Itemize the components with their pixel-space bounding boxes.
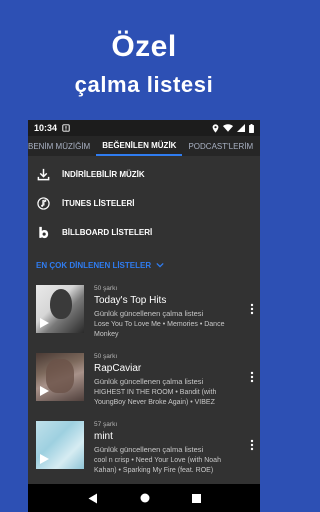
playlist-name: Today's Top Hits (94, 295, 167, 306)
alert-icon (62, 124, 70, 132)
tab-my-music[interactable]: BENİM MÜZİĞİM (28, 136, 96, 156)
playlist-name: mint (94, 431, 113, 442)
playlist-cover (36, 353, 84, 401)
most-listened-charts-header[interactable]: EN ÇOK DİNLENEN LİSTELER (28, 257, 260, 273)
library-menu: İNDİRİLEBİLİR MÜZİK İTUNES LİSTELERİ BİL… (28, 156, 260, 247)
promo-title-line1: Özel (111, 30, 177, 63)
tab-label: PODCAST'LERİM (188, 141, 254, 151)
menu-item-downloadable-music[interactable]: İNDİRİLEBİLİR MÜZİK (28, 160, 260, 189)
play-icon[interactable] (38, 317, 50, 329)
play-icon[interactable] (38, 385, 50, 397)
back-icon[interactable] (88, 493, 98, 504)
tab-my-podcasts[interactable]: PODCAST'LERİM (182, 136, 259, 156)
play-icon[interactable] (38, 453, 50, 465)
billboard-b-icon (36, 226, 50, 240)
playlist-tracks: cool n crisp • Need Your Love (with Noah… (94, 457, 221, 474)
playlist-list: 50 şarkı Today's Top Hits Günlük güncell… (28, 281, 260, 485)
menu-item-label: BİLLBOARD LİSTELERİ (62, 228, 153, 237)
playlist-song-count: 50 şarkı (94, 353, 118, 360)
tab-label: BENİM MÜZİĞİM (28, 141, 91, 151)
playlist-item[interactable]: 50 şarkı Today's Top Hits Günlük güncell… (28, 281, 260, 349)
recents-icon[interactable] (191, 493, 201, 503)
download-icon (36, 168, 50, 182)
section-label: EN ÇOK DİNLENEN LİSTELER (36, 260, 152, 270)
battery-icon (249, 123, 254, 133)
menu-item-label: İTUNES LİSTELERİ (62, 199, 135, 208)
phone-screen: 10:34 BENİM MÜZİĞİM BEĞENİLEN MÜZİK PODC… (28, 120, 260, 512)
menu-item-label: İNDİRİLEBİLİR MÜZİK (62, 170, 145, 179)
tab-label: BEĞENİLEN MÜZİK (102, 140, 177, 150)
more-options-button[interactable] (244, 349, 260, 417)
home-icon[interactable] (140, 493, 150, 503)
playlist-name: RapCaviar (94, 363, 142, 374)
system-nav-bar (28, 484, 260, 512)
playlist-cover (36, 285, 84, 333)
tab-liked-music[interactable]: BEĞENİLEN MÜZİK (96, 136, 183, 156)
playlist-description: Günlük güncellenen çalma listesi (94, 377, 204, 386)
wifi-icon (223, 124, 233, 132)
location-icon (212, 123, 219, 133)
status-bar: 10:34 (28, 120, 260, 136)
menu-item-itunes-charts[interactable]: İTUNES LİSTELERİ (28, 189, 260, 218)
playlist-item[interactable]: 57 şarkı mint Günlük güncellenen çalma l… (28, 417, 260, 485)
music-note-icon (36, 197, 50, 211)
chevron-down-icon (156, 262, 164, 268)
more-vertical-icon (250, 439, 254, 451)
status-time: 10:34 (34, 123, 58, 133)
promo-title-line2: çalma listesi (74, 72, 214, 97)
more-vertical-icon (250, 303, 254, 315)
playlist-cover (36, 421, 84, 469)
more-options-button[interactable] (244, 417, 260, 485)
more-vertical-icon (250, 371, 254, 383)
playlist-item[interactable]: 50 şarkı RapCaviar Günlük güncellenen ça… (28, 349, 260, 417)
tab-bar: BENİM MÜZİĞİM BEĞENİLEN MÜZİK PODCAST'LE… (28, 136, 260, 156)
playlist-tracks: HIGHEST IN THE ROOM • Bandit (with Young… (94, 389, 217, 406)
playlist-song-count: 50 şarkı (94, 285, 118, 292)
playlist-tracks: Lose You To Love Me • Memories • Dance M… (94, 321, 225, 338)
menu-item-billboard-charts[interactable]: BİLLBOARD LİSTELERİ (28, 218, 260, 247)
more-options-button[interactable] (244, 281, 260, 349)
signal-icon (237, 124, 245, 132)
playlist-description: Günlük güncellenen çalma listesi (94, 445, 204, 454)
playlist-song-count: 57 şarkı (94, 421, 118, 428)
playlist-description: Günlük güncellenen çalma listesi (94, 309, 204, 318)
